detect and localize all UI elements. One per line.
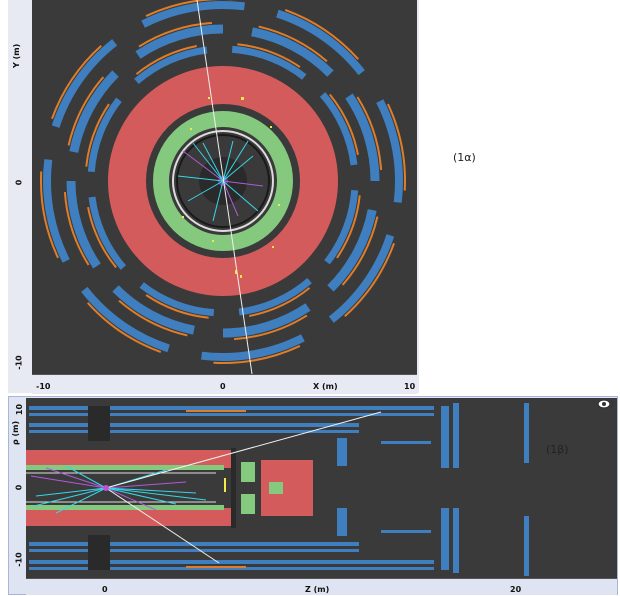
transverse-event-display[interactable] bbox=[32, 0, 417, 374]
z-tick-0: 0 bbox=[102, 585, 108, 594]
rho-tick-minus10: -10 bbox=[14, 552, 24, 567]
x-axis-label: X (m) bbox=[313, 382, 338, 391]
x-tick-0: 0 bbox=[220, 382, 226, 391]
y-tick-0: 0 bbox=[14, 179, 24, 186]
transverse-view-panel: Y (m) 0 -10 -10 0 10 X (m) bbox=[8, 0, 419, 394]
z-tick-20: 20 bbox=[510, 585, 522, 594]
x-tick-minus10: -10 bbox=[36, 382, 51, 391]
y-axis-label: Y (m) bbox=[12, 43, 21, 68]
y-tick-minus10: -10 bbox=[14, 355, 24, 370]
rho-tick-0: 0 bbox=[14, 484, 24, 491]
z-axis-label: Z (m) bbox=[305, 585, 330, 594]
longitudinal-event-display[interactable] bbox=[26, 398, 617, 578]
longitudinal-view-panel: ρ (m) 10 0 -10 0 20 Z (m) bbox=[8, 396, 618, 595]
rho-tick-10: 10 bbox=[15, 403, 25, 416]
rho-axis-label: ρ (m) bbox=[11, 420, 20, 445]
side-view-caption: (1β) bbox=[546, 443, 569, 456]
eye-icon[interactable] bbox=[597, 399, 615, 409]
x-tick-10: 10 bbox=[404, 382, 416, 391]
top-view-caption: (1α) bbox=[453, 151, 476, 164]
